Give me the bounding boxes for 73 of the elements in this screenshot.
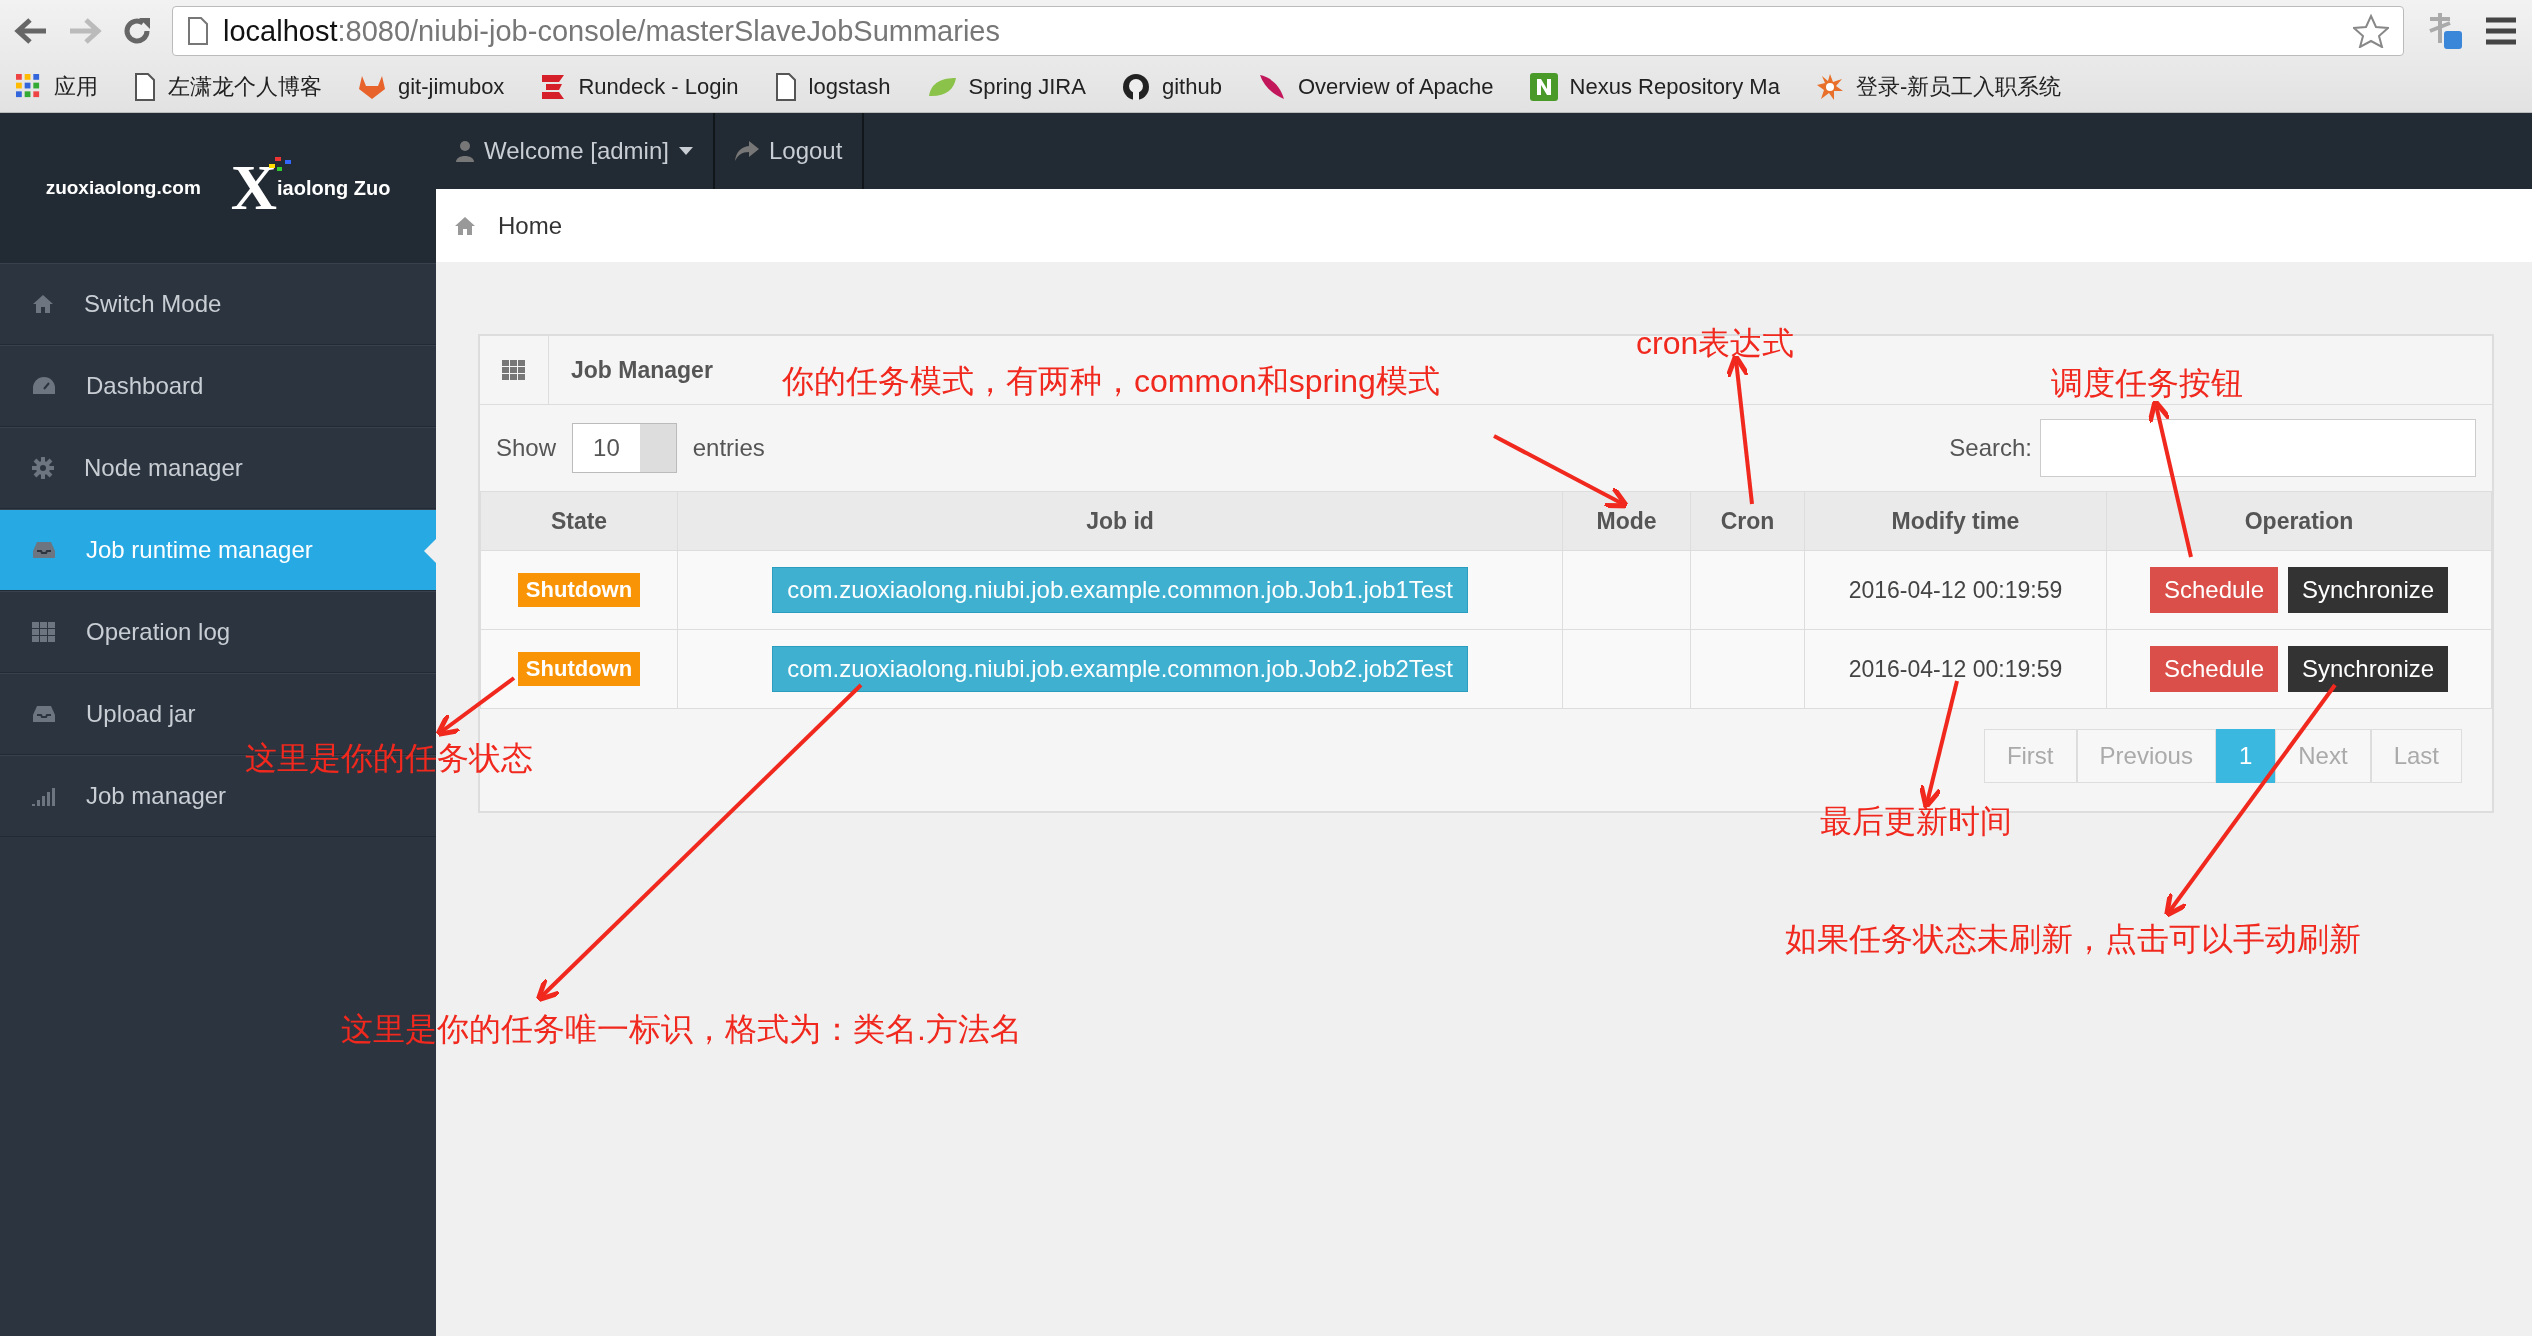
column-header[interactable]: Job id <box>677 491 1563 551</box>
entries-label: entries <box>692 434 765 462</box>
column-header[interactable]: Mode <box>1562 491 1691 551</box>
annotation-text: 最后更新时间 <box>1820 802 2012 841</box>
nexus-icon <box>1529 73 1558 101</box>
column-header[interactable]: Cron <box>1690 491 1805 551</box>
status-badge: Shutdown <box>517 573 641 607</box>
schedule-button[interactable]: Schedule <box>2149 567 2278 613</box>
menu-icon[interactable] <box>2484 16 2518 46</box>
burst-icon <box>1815 73 1844 101</box>
breadcrumb-link[interactable]: Home <box>498 211 563 240</box>
tray-icon <box>32 540 56 560</box>
feather-icon <box>1257 73 1286 101</box>
bookmark[interactable]: Spring JIRA <box>926 74 1086 100</box>
reload-icon[interactable] <box>122 16 152 46</box>
bookmark[interactable]: git-jimubox <box>358 74 505 100</box>
gauge-icon <box>32 376 56 396</box>
annotation-text: cron表达式 <box>1636 324 1795 363</box>
table-cell: 2016-04-12 00:19:59 <box>1848 576 2063 603</box>
url-text: localhost:8080/niubi-job-console/masterSlaveJobSummaries <box>223 14 1001 48</box>
logo-text: zuoxiaolong.com <box>45 177 201 199</box>
share-arrow-icon <box>734 141 759 161</box>
column-header[interactable]: Modify time <box>1804 491 2107 551</box>
bookmark[interactable]: Rundeck - Login <box>540 73 739 101</box>
caret-icon <box>678 147 693 155</box>
fox-icon <box>358 74 386 100</box>
star-icon[interactable] <box>2353 14 2389 48</box>
job-id-label: com.zuoxiaolong.niubi.job.example.common.job.Job1.job1Test <box>772 567 1468 613</box>
bookmark[interactable]: logstash <box>774 73 891 101</box>
bookmark[interactable]: 登录-新员工入职系统 <box>1815 72 2062 102</box>
signal-bars-icon <box>32 786 56 806</box>
back-icon[interactable] <box>14 17 48 45</box>
logo-text: iaolong Zuo <box>277 176 391 200</box>
bookmark[interactable]: Nexus Repository Ma <box>1529 73 1780 101</box>
page-icon <box>187 17 209 45</box>
show-label: Show <box>496 434 557 462</box>
synchronize-button[interactable]: Synchronize <box>2288 646 2449 692</box>
bookmark[interactable]: Overview of Apache <box>1257 73 1494 101</box>
synchronize-button[interactable]: Synchronize <box>2288 567 2449 613</box>
active-pointer-icon <box>424 539 436 563</box>
page-size-select[interactable]: 10 <box>572 423 677 473</box>
search-label: Search: <box>1949 434 2032 462</box>
column-header[interactable]: Operation <box>2106 491 2492 551</box>
status-badge: Shutdown <box>517 652 641 686</box>
job-id-label: com.zuoxiaolong.niubi.job.example.common.job.Job2.job2Test <box>772 646 1468 692</box>
github-icon <box>1121 73 1150 101</box>
address-bar[interactable]: localhost:8080/niubi-job-console/masterSlaveJobSummaries <box>172 6 2404 56</box>
logo-mark: X <box>230 151 278 225</box>
user-icon <box>456 140 474 162</box>
column-header[interactable]: State <box>480 491 678 551</box>
gear-icon <box>32 457 54 479</box>
bookmark[interactable]: 应用 <box>16 72 98 102</box>
home-icon <box>454 215 476 236</box>
grid-icon <box>32 622 56 642</box>
sidebar-item[interactable]: Switch Mode <box>0 263 436 345</box>
sidebar-item[interactable]: Dashboard <box>0 345 436 427</box>
bookmark[interactable]: 左潇龙个人博客 <box>134 72 322 102</box>
sidebar-item[interactable]: Operation log <box>0 591 436 673</box>
annotation-text: 如果任务状态未刷新，点击可以手动刷新 <box>1785 920 2361 959</box>
tray-icon <box>32 704 56 724</box>
apps-grid-icon <box>16 74 42 100</box>
home-icon <box>32 294 54 314</box>
annotation-text: 调度任务按钮 <box>2051 364 2243 403</box>
table-cell: 2016-04-12 00:19:59 <box>1848 655 2063 682</box>
rundeck-icon <box>540 73 567 101</box>
schedule-button[interactable]: Schedule <box>2149 646 2278 692</box>
page-icon <box>774 73 797 101</box>
annotation-text: 你的任务模式，有两种，common和spring模式 <box>782 362 1440 401</box>
page-icon <box>134 73 156 101</box>
panel-title: Job Manager <box>570 356 713 384</box>
leaf-icon <box>926 76 957 98</box>
bookmark[interactable]: github <box>1121 73 1222 101</box>
grid-icon <box>502 360 526 380</box>
